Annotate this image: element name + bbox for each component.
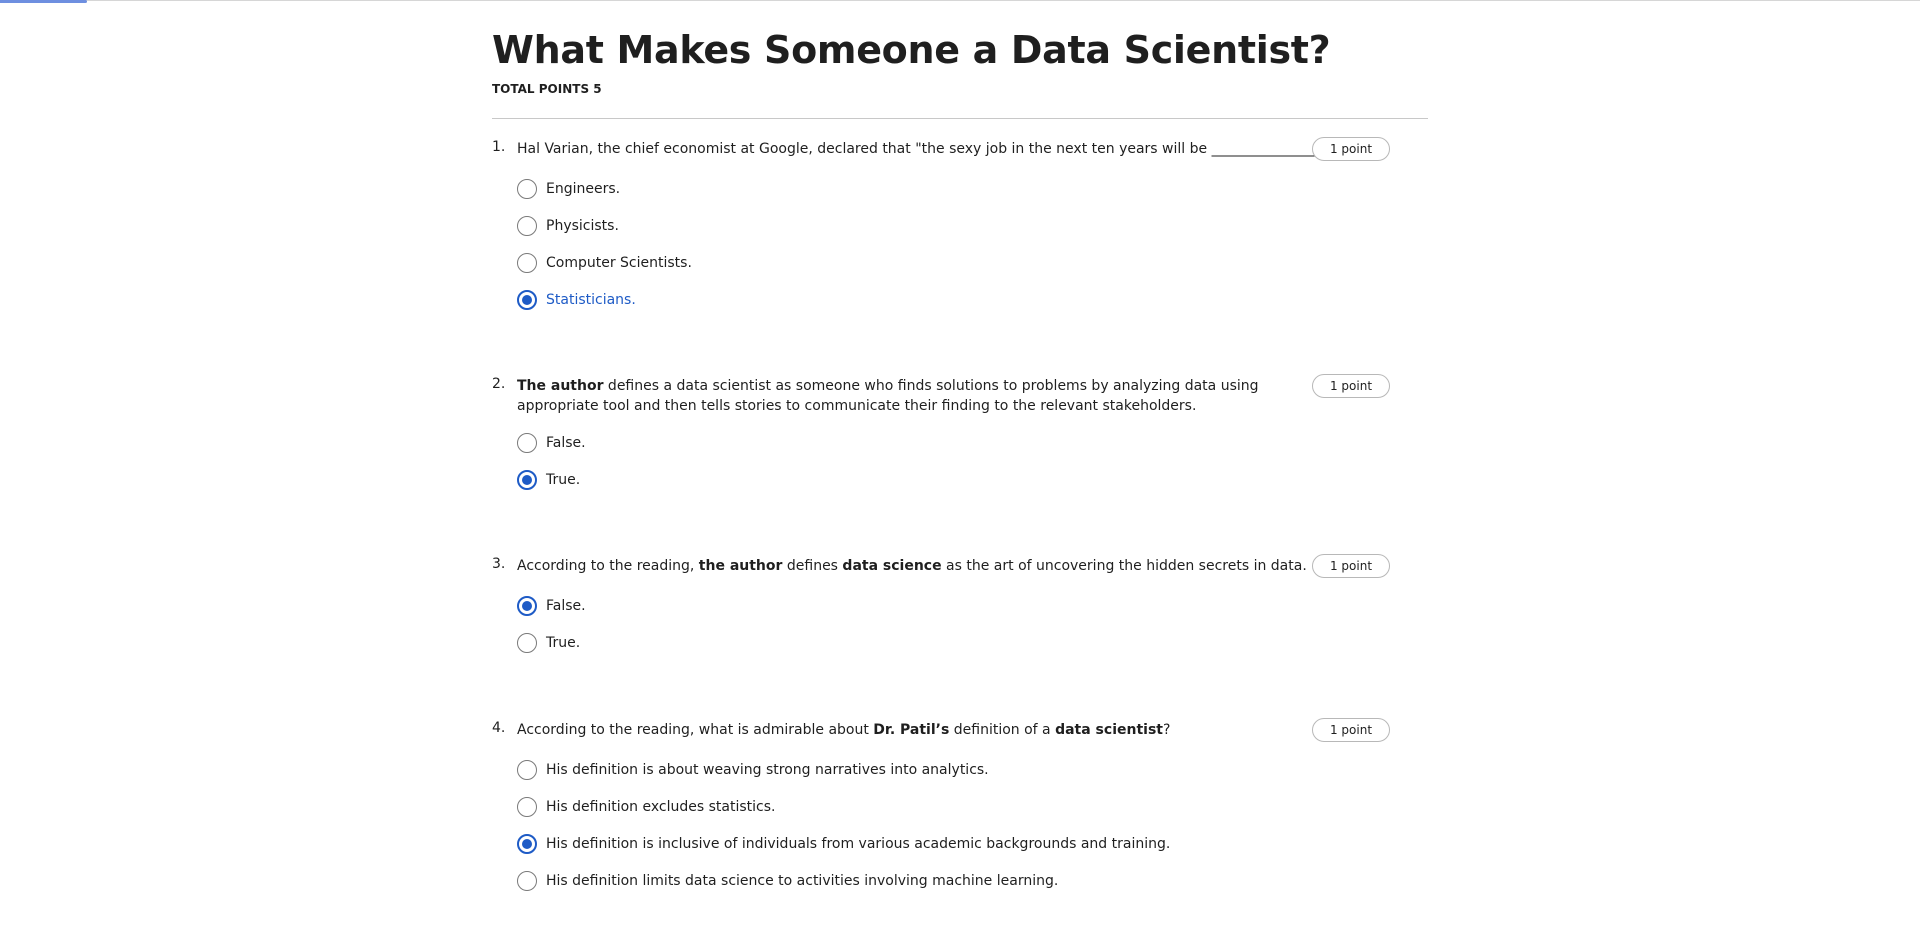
question-text: According to the reading, the author def… bbox=[517, 558, 1307, 574]
question-number: 4. bbox=[492, 720, 506, 736]
option-label: Computer Scientists. bbox=[546, 255, 692, 271]
points-badge: 1 point bbox=[1312, 137, 1390, 161]
radio-button-selected[interactable] bbox=[517, 834, 537, 854]
radio-button-selected[interactable] bbox=[517, 470, 537, 490]
option-label: His definition is about weaving strong n… bbox=[546, 762, 989, 778]
option-label: True. bbox=[546, 635, 581, 651]
radio-button[interactable] bbox=[517, 760, 537, 780]
radio-button[interactable] bbox=[517, 797, 537, 817]
option-statisticians[interactable]: Statisticians. bbox=[517, 289, 636, 311]
option-physicists[interactable]: Physicists. bbox=[517, 215, 619, 237]
points-badge: 1 point bbox=[1312, 718, 1390, 742]
option-label: His definition is inclusive of individua… bbox=[546, 836, 1171, 852]
question-number: 1. bbox=[492, 139, 506, 155]
points-badge: 1 point bbox=[1312, 554, 1390, 578]
option-label: His definition limits data science to ac… bbox=[546, 873, 1059, 889]
top-border bbox=[0, 0, 1920, 1]
option-false[interactable]: False. bbox=[517, 595, 586, 617]
option-true[interactable]: True. bbox=[517, 469, 580, 491]
radio-button[interactable] bbox=[517, 433, 537, 453]
option-label: False. bbox=[546, 598, 586, 614]
question-text: The author defines a data scientist as s… bbox=[517, 378, 1259, 414]
question-number: 3. bbox=[492, 556, 506, 572]
option-computer-scientists[interactable]: Computer Scientists. bbox=[517, 252, 692, 274]
option-label: Statisticians. bbox=[546, 292, 636, 308]
question-number: 2. bbox=[492, 376, 506, 392]
page-progress-bar bbox=[0, 0, 87, 3]
divider bbox=[492, 118, 1428, 119]
option-label: His definition excludes statistics. bbox=[546, 799, 776, 815]
question-text: Hal Varian, the chief economist at Googl… bbox=[517, 141, 1335, 157]
option-false[interactable]: False. bbox=[517, 432, 586, 454]
radio-button[interactable] bbox=[517, 871, 537, 891]
radio-button[interactable] bbox=[517, 179, 537, 199]
points-badge: 1 point bbox=[1312, 374, 1390, 398]
total-points: TOTAL POINTS 5 bbox=[492, 82, 602, 96]
radio-button[interactable] bbox=[517, 253, 537, 273]
option-excludes-statistics[interactable]: His definition excludes statistics. bbox=[517, 796, 775, 818]
option-label: Physicists. bbox=[546, 218, 619, 234]
question-text: According to the reading, what is admira… bbox=[517, 722, 1171, 738]
option-machine-learning[interactable]: His definition limits data science to ac… bbox=[517, 870, 1058, 892]
quiz-title: What Makes Someone a Data Scientist? bbox=[492, 28, 1331, 72]
radio-button-selected[interactable] bbox=[517, 596, 537, 616]
option-label: True. bbox=[546, 472, 581, 488]
option-true[interactable]: True. bbox=[517, 632, 580, 654]
radio-button[interactable] bbox=[517, 633, 537, 653]
option-narratives[interactable]: His definition is about weaving strong n… bbox=[517, 759, 989, 781]
option-label: False. bbox=[546, 435, 586, 451]
radio-button[interactable] bbox=[517, 216, 537, 236]
option-engineers[interactable]: Engineers. bbox=[517, 178, 620, 200]
option-label: Engineers. bbox=[546, 181, 621, 197]
radio-button-selected[interactable] bbox=[517, 290, 537, 310]
option-inclusive[interactable]: His definition is inclusive of individua… bbox=[517, 833, 1170, 855]
